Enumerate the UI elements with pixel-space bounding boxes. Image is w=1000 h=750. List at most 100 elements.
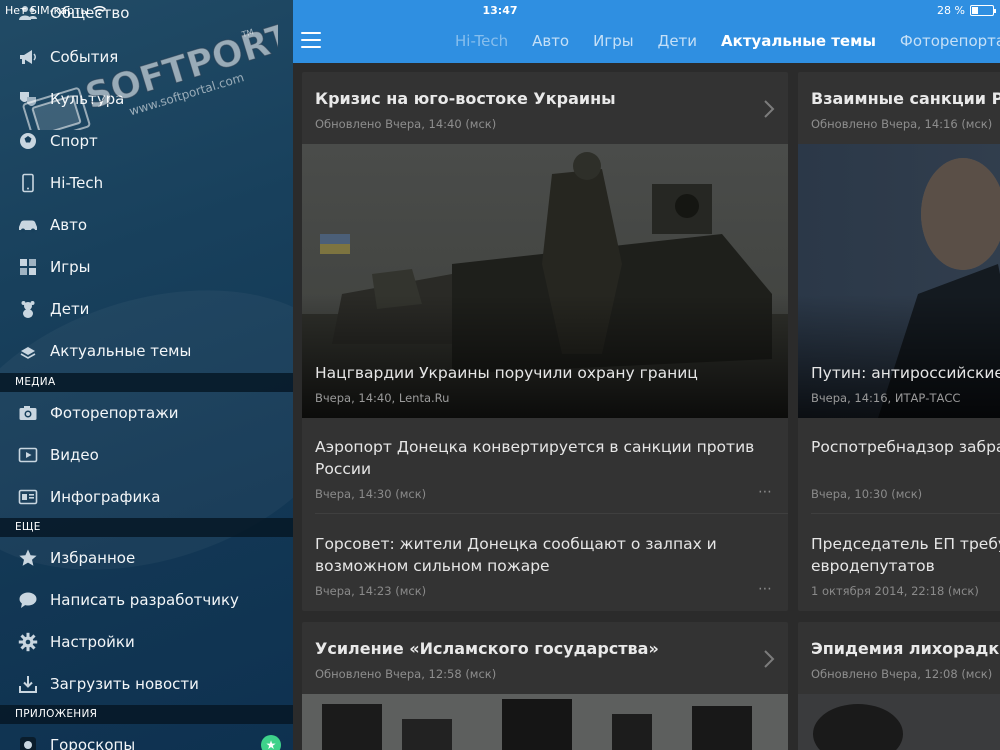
tab-games[interactable]: Игры — [593, 32, 633, 50]
news-item-time: Вчера, 14:30 (мск) — [315, 487, 427, 501]
sidebar-item-label: Гороскопы — [50, 736, 136, 750]
card-title: Усиление «Исламского государства» — [315, 639, 659, 658]
category-tabs: Hi-Tech Авто Игры Дети Актуальные темы Ф… — [455, 32, 1000, 50]
camera-icon — [17, 402, 39, 424]
sidebar-item-infographics[interactable]: Инфографика — [0, 476, 293, 518]
sidebar-item-topics[interactable]: Актуальные темы — [0, 330, 293, 372]
battery-percent: 28 % — [937, 4, 965, 17]
image-source: Вчера, 14:40, Lenta.Ru — [315, 391, 450, 405]
tab-auto[interactable]: Авто — [532, 32, 569, 50]
sidebar-item-contact-developer[interactable]: Написать разработчику — [0, 579, 293, 621]
sidebar-item-horoscopes[interactable]: Гороскопы ★ — [0, 724, 293, 750]
sidebar-item-label: Hi-Tech — [50, 174, 104, 192]
cubes-icon — [17, 256, 39, 278]
star-badge-icon: ★ — [261, 735, 281, 750]
sidebar-item-label: Авто — [50, 216, 88, 234]
masks-icon — [17, 88, 39, 110]
sidebar-item-label: Дети — [50, 300, 90, 318]
horoscope-icon — [17, 734, 39, 750]
chevron-right-icon[interactable] — [762, 648, 776, 670]
flags-photo — [302, 694, 788, 750]
star-icon — [17, 547, 39, 569]
image-caption: Путин: антироссийские санкции имеют нега… — [811, 364, 1000, 382]
sidebar-item-hi-tech[interactable]: Hi-Tech — [0, 162, 293, 204]
card-sanctions[interactable]: Взаимные санкции России и Запада Обновле… — [798, 72, 1000, 611]
tab-hi-tech[interactable]: Hi-Tech — [455, 32, 508, 50]
sidebar-item-label: Спорт — [50, 132, 98, 150]
sidebar-item-culture[interactable]: Культура — [0, 78, 293, 120]
news-image-flags[interactable] — [302, 694, 788, 750]
hamburger-menu-icon[interactable] — [301, 32, 321, 48]
video-icon — [17, 444, 39, 466]
sidebar-item-label: Культура — [50, 90, 125, 108]
news-image-epidemic[interactable] — [798, 694, 1000, 750]
sidebar: Общество События Культура Спорт Hi-Tech … — [0, 0, 293, 750]
news-item-title[interactable]: Председатель ЕП требует сократить список… — [811, 533, 1000, 577]
card-epidemic[interactable]: Эпидемия лихорадки Эбола Обновлено Вчера… — [798, 622, 1000, 750]
tab-kids[interactable]: Дети — [658, 32, 697, 50]
sidebar-item-sport[interactable]: Спорт — [0, 120, 293, 162]
stack-icon — [17, 340, 39, 362]
sidebar-item-favorites[interactable]: Избранное — [0, 537, 293, 579]
news-item-time: Вчера, 10:30 (мск) — [811, 487, 923, 501]
more-options-icon[interactable]: ⋯ — [758, 581, 772, 597]
card-header[interactable]: Усиление «Исламского государства» Обновл… — [302, 622, 788, 694]
sidebar-item-events[interactable]: События — [0, 36, 293, 78]
sidebar-item-auto[interactable]: Авто — [0, 204, 293, 246]
section-header-more: ЕЩЕ — [0, 518, 293, 537]
battery-level — [972, 7, 978, 14]
card-title: Взаимные санкции России и Запада — [811, 89, 1000, 108]
sidebar-item-download-news[interactable]: Загрузить новости — [0, 663, 293, 705]
infographic-icon — [17, 486, 39, 508]
chevron-right-icon[interactable] — [762, 98, 776, 120]
status-right: 28 % — [937, 4, 996, 17]
status-bar: Нет SIM-карты 13:47 28 % — [0, 0, 1000, 20]
sidebar-item-label: События — [50, 48, 119, 66]
card-header[interactable]: Кризис на юго-востоке Украины Обновлено … — [302, 72, 788, 144]
sidebar-item-photo-reports[interactable]: Фоторепортажи — [0, 392, 293, 434]
card-updated: Обновлено Вчера, 12:58 (мск) — [315, 667, 497, 681]
main-content: Hi-Tech Авто Игры Дети Актуальные темы Ф… — [293, 0, 1000, 750]
divider — [315, 513, 788, 514]
car-icon — [17, 214, 39, 236]
teddy-bear-icon — [17, 298, 39, 320]
clock: 13:47 — [482, 4, 518, 17]
sidebar-item-label: Написать разработчику — [50, 591, 239, 609]
sidebar-item-label: Избранное — [50, 549, 136, 567]
sidebar-item-label: Видео — [50, 446, 99, 464]
card-updated: Обновлено Вчера, 14:16 (мск) — [811, 117, 993, 131]
card-header[interactable]: Взаимные санкции России и Запада Обновле… — [798, 72, 1000, 144]
card-updated: Обновлено Вчера, 12:08 (мск) — [811, 667, 993, 681]
epidemic-photo — [798, 694, 1000, 750]
sidebar-item-label: Инфографика — [50, 488, 161, 506]
news-item-title[interactable]: Аэропорт Донецка конвертируется в санкци… — [315, 436, 785, 480]
sidebar-item-label: Загрузить новости — [50, 675, 199, 693]
sidebar-item-video[interactable]: Видео — [0, 434, 293, 476]
card-title: Кризис на юго-востоке Украины — [315, 89, 616, 108]
more-options-icon[interactable]: ⋯ — [758, 484, 772, 500]
card-islamic-state[interactable]: Усиление «Исламского государства» Обновл… — [302, 622, 788, 750]
news-item-title[interactable]: Горсовет: жители Донецка сообщают о залп… — [315, 533, 785, 577]
sidebar-item-games[interactable]: Игры — [0, 246, 293, 288]
sidebar-item-kids[interactable]: Дети — [0, 288, 293, 330]
sidebar-item-label: Игры — [50, 258, 91, 276]
image-source: Вчера, 14:16, ИТАР-ТАСС — [811, 391, 961, 405]
section-header-apps: ПРИЛОЖЕНИЯ — [0, 705, 293, 724]
card-ukraine-crisis[interactable]: Кризис на юго-востоке Украины Обновлено … — [302, 72, 788, 611]
megaphone-icon — [17, 46, 39, 68]
card-title: Эпидемия лихорадки Эбола — [811, 639, 1000, 658]
sidebar-item-label: Актуальные темы — [50, 342, 192, 360]
sidebar-item-settings[interactable]: Настройки — [0, 621, 293, 663]
news-item-time: Вчера, 14:23 (мск) — [315, 584, 427, 598]
news-item-title[interactable]: Роспотребнадзор забраковал партию окороч… — [811, 436, 1000, 458]
battery-icon — [970, 5, 996, 16]
section-header-media: МЕДИА — [0, 373, 293, 392]
tab-topics[interactable]: Актуальные темы — [721, 32, 876, 50]
tab-photo-reports[interactable]: Фоторепортажи — [900, 32, 1000, 50]
chat-icon — [17, 589, 39, 611]
card-header[interactable]: Эпидемия лихорадки Эбола Обновлено Вчера… — [798, 622, 1000, 694]
download-icon — [17, 673, 39, 695]
phone-icon — [17, 172, 39, 194]
news-item-time: 1 октября 2014, 22:18 (мск) — [811, 584, 979, 598]
sidebar-item-label: Настройки — [50, 633, 135, 651]
